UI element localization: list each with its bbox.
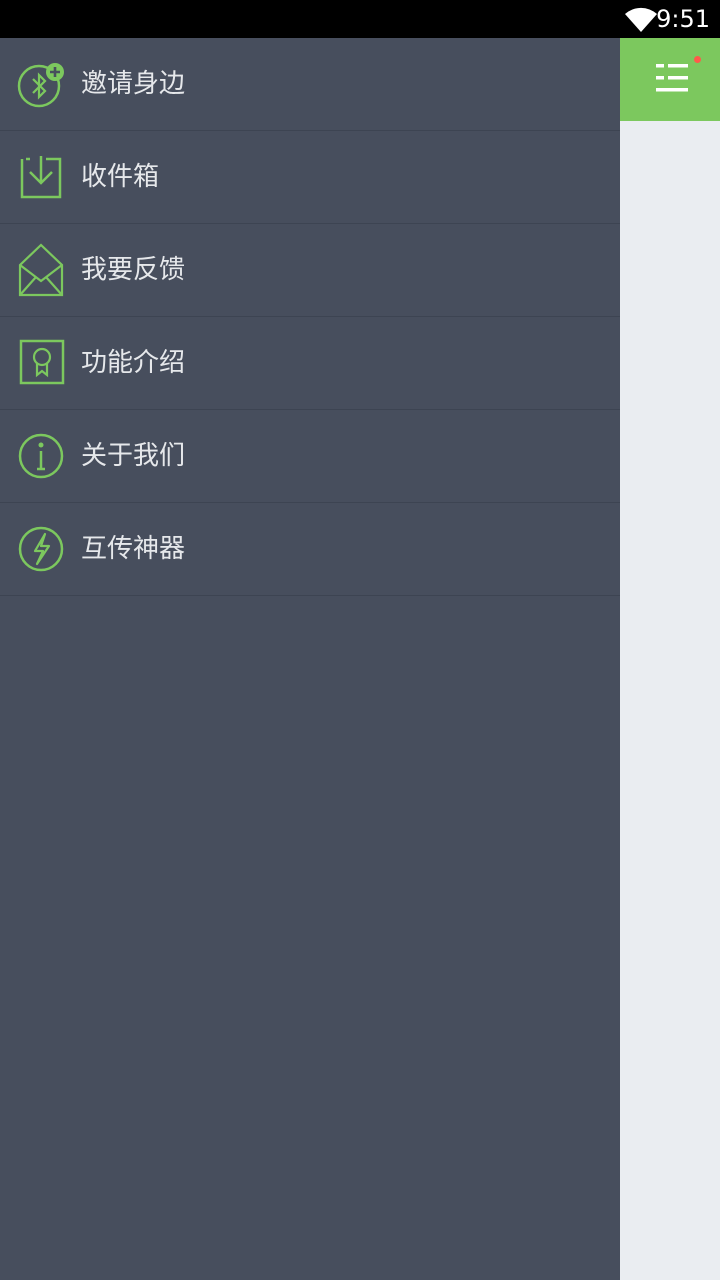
menu-item-features[interactable]: 功能介绍	[0, 317, 620, 410]
menu-item-invite-nearby[interactable]: 邀请身边	[0, 38, 620, 131]
bluetooth-add-icon	[17, 63, 64, 108]
menu-icon[interactable]	[650, 58, 694, 98]
menu-item-label: 我要反馈	[81, 255, 186, 285]
menu-item-label: 关于我们	[81, 441, 186, 471]
info-icon	[18, 433, 64, 479]
badge-icon	[19, 339, 65, 385]
menu-item-label: 功能介绍	[81, 348, 186, 378]
status-time: 9:51	[656, 5, 710, 33]
lightning-icon	[18, 526, 64, 572]
navigation-drawer: 邀请身边 收件箱 我要反馈 功能介绍 关于我们 互传神器	[0, 38, 620, 1280]
menu-item-about-us[interactable]: 关于我们	[0, 410, 620, 503]
notification-dot	[694, 56, 701, 63]
menu-item-inbox[interactable]: 收件箱	[0, 131, 620, 224]
wifi-icon	[625, 7, 657, 33]
top-app-bar	[620, 38, 720, 121]
main-content-panel	[620, 38, 720, 1280]
inbox-icon	[20, 156, 62, 199]
menu-item-transfer-tool[interactable]: 互传神器	[0, 503, 620, 596]
menu-item-label: 收件箱	[81, 162, 160, 192]
menu-item-label: 互传神器	[81, 534, 186, 564]
status-bar: 9:51	[0, 0, 720, 38]
envelope-icon	[18, 243, 64, 297]
menu-item-feedback[interactable]: 我要反馈	[0, 224, 620, 317]
menu-item-label: 邀请身边	[81, 69, 186, 99]
